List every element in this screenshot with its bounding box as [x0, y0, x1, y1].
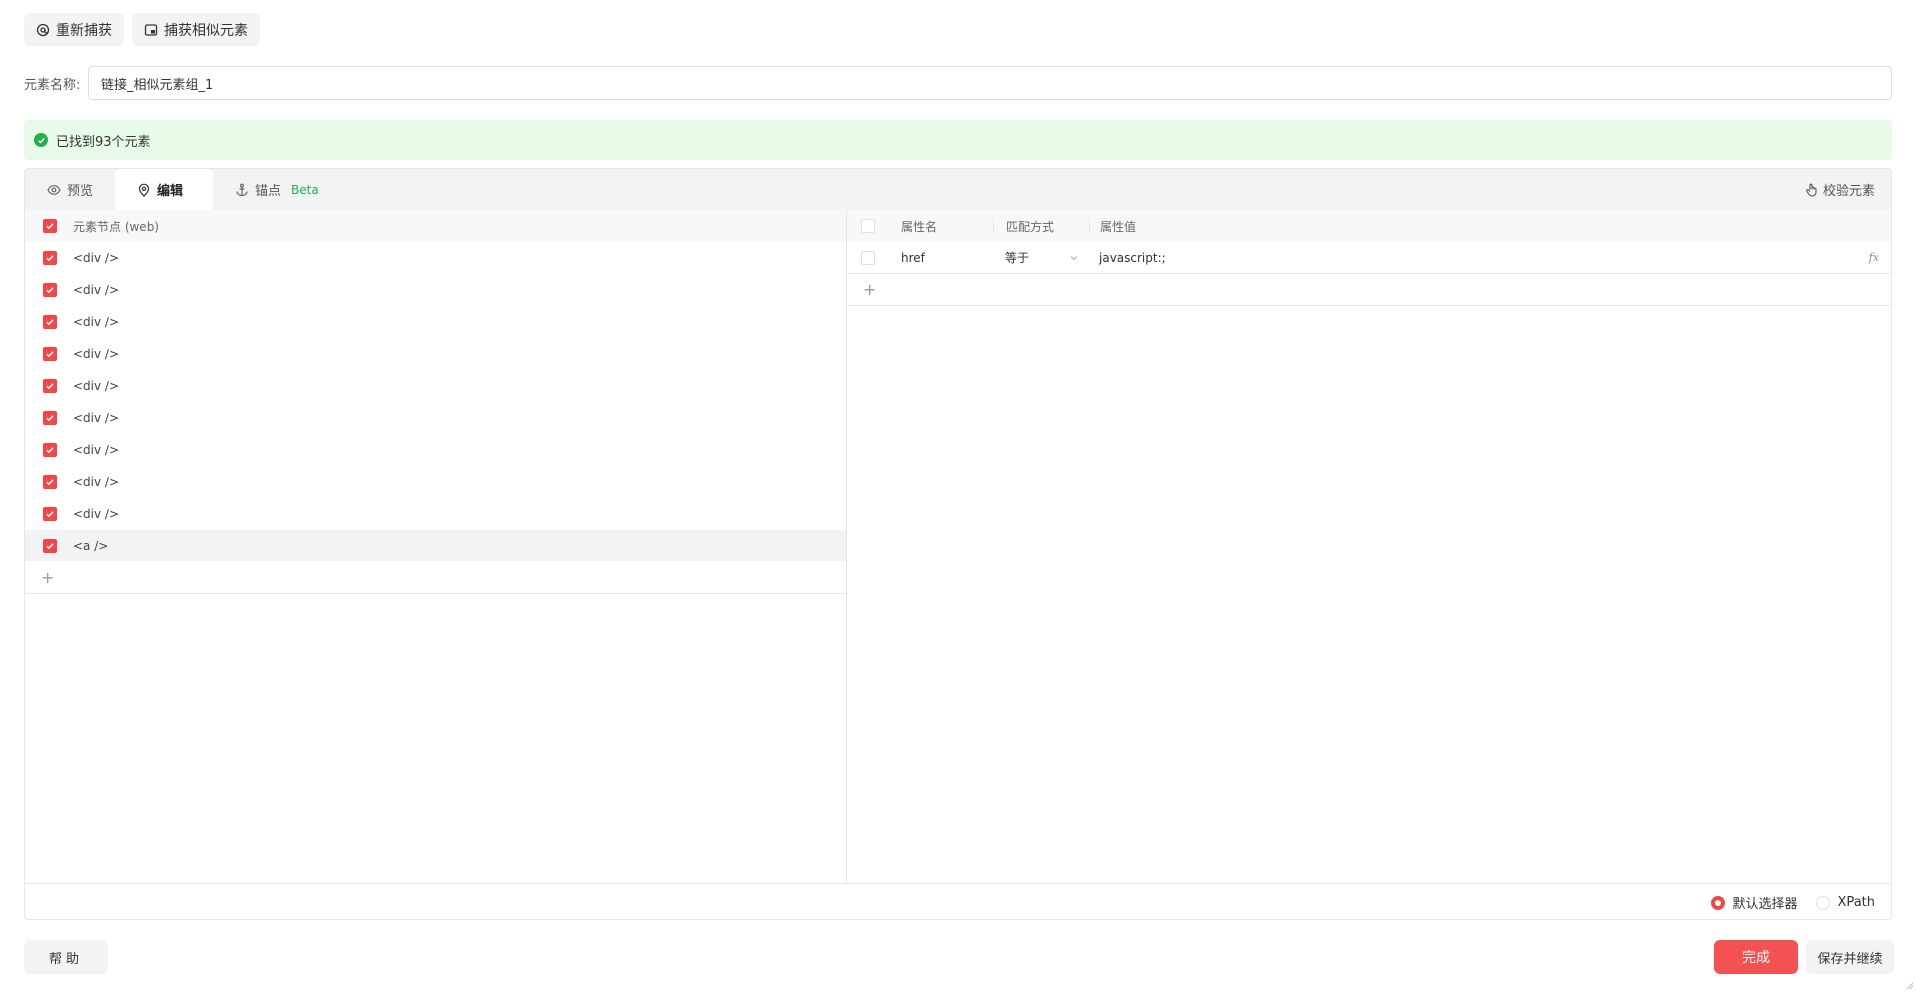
node-label: <div /> — [73, 410, 120, 425]
success-banner: 已找到93个元素 — [24, 120, 1892, 160]
node-label: <div /> — [73, 474, 120, 489]
node-checkbox[interactable] — [43, 506, 57, 521]
element-name-row: 元素名称: — [24, 66, 1892, 100]
recapture-label: 重新捕获 — [56, 22, 112, 39]
node-list-pane: 元素节点 (web) <div /> <div /> <div /> <div … — [25, 210, 847, 883]
element-name-label: 元素名称: — [24, 77, 81, 93]
node-checkbox[interactable] — [43, 442, 57, 457]
attribute-row: href 等于 javascript:; fx — [847, 242, 1891, 274]
done-button[interactable]: 完成 — [1714, 940, 1798, 974]
tab-edit-label: 编辑 — [157, 184, 184, 199]
node-checkbox[interactable] — [43, 282, 57, 297]
node-row[interactable]: <div /> — [25, 338, 846, 370]
resize-grip-icon[interactable] — [1904, 980, 1914, 990]
add-node-button[interactable]: + — [25, 562, 846, 594]
toolbar: 重新捕获 捕获相似元素 — [24, 13, 260, 46]
node-row[interactable]: <div /> — [25, 306, 846, 338]
node-row[interactable]: <div /> — [25, 466, 846, 498]
node-row[interactable]: <div /> — [25, 242, 846, 274]
node-label: <div /> — [73, 282, 120, 297]
node-label: <div /> — [73, 346, 120, 361]
radio-dot — [1710, 895, 1725, 910]
node-label: <a /> — [73, 538, 109, 553]
node-list-header: 元素节点 (web) — [25, 210, 846, 242]
capture-similar-label: 捕获相似元素 — [164, 22, 248, 39]
node-checkbox[interactable] — [43, 314, 57, 329]
node-label: <div /> — [73, 314, 120, 329]
tab-anchor-label: 锚点 — [255, 184, 282, 199]
node-label: <div /> — [73, 250, 120, 265]
default-selector-label: 默认选择器 — [1732, 897, 1798, 912]
tab-preview-label: 预览 — [67, 184, 94, 199]
node-row[interactable]: <div /> — [25, 434, 846, 466]
recapture-button[interactable]: 重新捕获 — [24, 13, 124, 46]
attr-select-all-checkbox[interactable] — [861, 219, 875, 233]
tab-anchor[interactable]: 锚点 Beta — [213, 169, 341, 210]
xpath-radio[interactable]: XPath — [1815, 895, 1875, 910]
tab-bar: 预览 编辑 锚点 Beta 校验元素 — [25, 169, 1891, 210]
location-pin-icon — [138, 183, 150, 197]
element-name-input[interactable] — [88, 66, 1892, 100]
attribute-header: 属性名 匹配方式 属性值 — [847, 210, 1891, 242]
tab-edit[interactable]: 编辑 — [115, 169, 214, 210]
default-selector-radio[interactable]: 默认选择器 — [1710, 893, 1798, 912]
node-row[interactable]: <div /> — [25, 274, 846, 306]
at-target-icon — [36, 23, 50, 36]
node-checkbox[interactable] — [43, 474, 57, 489]
node-checkbox[interactable] — [43, 410, 57, 425]
node-row[interactable]: <div /> — [25, 402, 846, 434]
node-row[interactable]: <div /> — [25, 498, 846, 530]
node-label: <div /> — [73, 378, 120, 393]
attr-match-header: 匹配方式 — [993, 218, 1089, 234]
capture-dialog: 重新捕获 捕获相似元素 元素名称: 已找到93个元素 预览 编辑 — [0, 0, 1916, 992]
eye-icon — [47, 184, 61, 195]
attr-name-header: 属性名 — [901, 219, 938, 234]
node-row-selected[interactable]: <a /> — [25, 530, 846, 562]
capture-similar-button[interactable]: 捕获相似元素 — [132, 13, 260, 46]
node-label: <div /> — [73, 506, 120, 521]
verify-element-button[interactable]: 校验元素 — [1805, 169, 1875, 210]
node-checkbox[interactable] — [43, 250, 57, 265]
attr-value[interactable]: javascript:; — [1089, 251, 1891, 265]
anchor-icon — [236, 183, 248, 196]
check-circle-icon — [34, 133, 48, 147]
selector-bar: 默认选择器 XPath — [25, 883, 1891, 919]
help-button[interactable]: 帮助 — [24, 940, 108, 974]
node-label: <div /> — [73, 442, 120, 457]
hand-pointer-icon — [1806, 183, 1817, 197]
node-checkbox[interactable] — [43, 538, 57, 553]
tab-preview[interactable]: 预览 — [25, 169, 115, 210]
save-continue-button[interactable]: 保存并继续 — [1806, 940, 1894, 974]
node-checkbox[interactable] — [43, 378, 57, 393]
add-attribute-button[interactable]: + — [847, 274, 1891, 306]
banner-text: 已找到93个元素 — [56, 134, 151, 150]
select-all-checkbox[interactable] — [43, 219, 57, 233]
match-mode-value: 等于 — [1005, 251, 1030, 265]
fx-icon[interactable]: fx — [1869, 251, 1879, 264]
node-checkbox[interactable] — [43, 346, 57, 361]
xpath-label: XPath — [1837, 895, 1875, 910]
node-list-header-label: 元素节点 (web) — [73, 219, 159, 234]
attribute-pane: 属性名 匹配方式 属性值 href 等于 javascript:; fx + — [847, 210, 1891, 883]
attr-name: href — [901, 250, 925, 265]
attr-value-header: 属性值 — [1089, 218, 1891, 234]
verify-element-label: 校验元素 — [1822, 184, 1875, 199]
radio-dot — [1815, 895, 1830, 910]
editor-panel: 预览 编辑 锚点 Beta 校验元素 元素节点 (web) <div /> <d… — [24, 168, 1892, 920]
attr-checkbox[interactable] — [861, 250, 875, 265]
chevron-down-icon — [1070, 255, 1078, 260]
similar-elements-icon — [144, 23, 158, 36]
match-mode-select[interactable]: 等于 — [993, 249, 1089, 266]
node-row[interactable]: <div /> — [25, 370, 846, 402]
beta-badge: Beta — [291, 182, 319, 197]
